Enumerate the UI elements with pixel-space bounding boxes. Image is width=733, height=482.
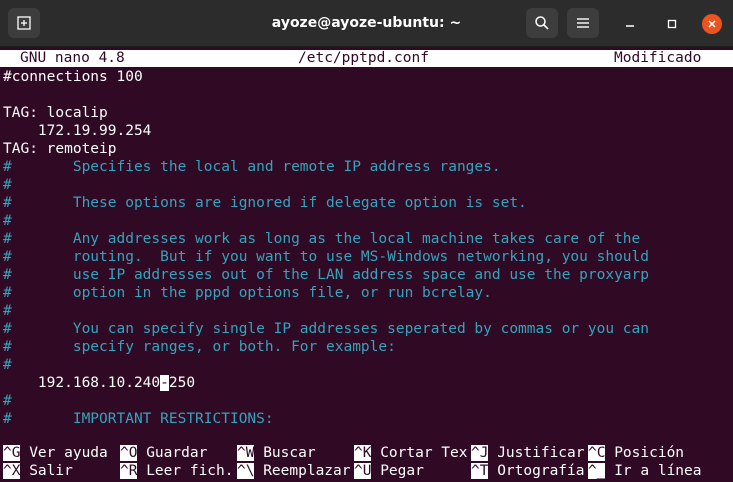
shortcut-position[interactable]: ^C Posición: [588, 444, 684, 462]
search-button[interactable]: [526, 8, 558, 38]
shortcut-help[interactable]: ^G Ver ayuda: [3, 444, 108, 462]
shortcut-label: Buscar: [254, 445, 316, 461]
cursor-line-before: 192.168.10.240: [3, 375, 161, 391]
editor-line[interactable]: # You can specify single IP addresses se…: [3, 320, 649, 338]
shortcut-key: ^K: [354, 445, 372, 461]
minimize-button[interactable]: [620, 14, 640, 34]
shortcut-read-file[interactable]: ^R Leer fich.: [120, 462, 234, 480]
shortcut-save[interactable]: ^O Guardar: [120, 444, 207, 462]
hamburger-icon: [577, 18, 589, 28]
editor-line[interactable]: # These options are ignored if delegate …: [3, 194, 527, 212]
shortcut-label: Ir a línea: [605, 463, 702, 479]
editor-line[interactable]: # option in the pppd options file, or ru…: [3, 284, 492, 302]
shortcut-key: ^W: [237, 445, 255, 461]
editor-line[interactable]: # use IP addresses out of the LAN addres…: [3, 266, 649, 284]
shortcut-bar: ^G Ver ayuda ^O Guardar ^W Buscar ^K Cor…: [0, 444, 733, 482]
shortcut-label: Salir: [20, 463, 73, 479]
shortcut-label: Cortar Tex: [371, 445, 468, 461]
editor-line[interactable]: #: [3, 302, 12, 320]
shortcut-label: Leer fich.: [137, 463, 234, 479]
shortcut-key: ^R: [120, 463, 138, 479]
terminal-area[interactable]: GNU nano 4.8 /etc/pptpd.conf Modificado …: [0, 48, 733, 482]
shortcut-label: Posición: [605, 445, 685, 461]
maximize-button[interactable]: [662, 14, 682, 34]
editor-line[interactable]: #: [3, 356, 12, 374]
shortcut-label: Ver ayuda: [20, 445, 108, 461]
editor-line[interactable]: TAG: localip: [3, 104, 108, 122]
editor-line[interactable]: #: [3, 176, 12, 194]
editor-line[interactable]: # specify ranges, or both. For example:: [3, 338, 396, 356]
shortcut-exit[interactable]: ^X Salir: [3, 462, 73, 480]
shortcut-key: ^G: [3, 445, 21, 461]
editor-line[interactable]: 172.19.99.254: [3, 122, 152, 140]
editor-line[interactable]: #connections 100: [3, 68, 143, 86]
nano-version: GNU nano 4.8: [20, 50, 125, 66]
text-cursor: -: [160, 375, 169, 391]
shortcut-key: ^U: [354, 463, 372, 479]
modified-status: Modificado: [614, 50, 702, 66]
editor-line[interactable]: # Specifies the local and remote IP addr…: [3, 158, 501, 176]
editor-line[interactable]: # IMPORTANT RESTRICTIONS:: [3, 410, 274, 428]
shortcut-goto-line[interactable]: ^_ Ir a línea: [588, 462, 702, 480]
shortcut-label: Ortografía: [488, 463, 585, 479]
shortcut-label: Pegar: [371, 463, 424, 479]
shortcut-key: ^_: [588, 463, 606, 479]
close-button[interactable]: [702, 14, 722, 34]
shortcut-label: Guardar: [137, 445, 208, 461]
shortcut-label: Reemplazar: [254, 463, 351, 479]
editor-line[interactable]: # Any addresses work as long as the loca…: [3, 230, 640, 248]
shortcut-paste[interactable]: ^U Pegar: [354, 462, 424, 480]
close-icon: [708, 20, 716, 28]
file-name: /etc/pptpd.conf: [298, 50, 429, 66]
cursor-line-after: 250: [168, 375, 196, 391]
editor-line[interactable]: # routing. But if you want to use MS-Win…: [3, 248, 649, 266]
search-icon: [535, 16, 549, 30]
minimize-icon: [626, 25, 634, 27]
editor-line[interactable]: TAG: remoteip: [3, 140, 117, 158]
editor-line[interactable]: #: [3, 392, 12, 410]
shortcut-cut[interactable]: ^K Cortar Tex: [354, 444, 468, 462]
maximize-icon: [667, 19, 677, 29]
shortcut-key: ^\: [237, 463, 255, 479]
shortcut-key: ^J: [471, 445, 489, 461]
shortcut-justify[interactable]: ^J Justificar: [471, 444, 585, 462]
nano-header: GNU nano 4.8 /etc/pptpd.conf Modificado: [0, 50, 733, 67]
shortcut-spelling[interactable]: ^T Ortografía: [471, 462, 585, 480]
shortcut-label: Justificar: [488, 445, 585, 461]
shortcut-search[interactable]: ^W Buscar: [237, 444, 316, 462]
cursor-line[interactable]: 192.168.10.240-250: [3, 374, 195, 392]
title-bar: ayoze@ayoze-ubuntu: ~: [0, 0, 733, 47]
editor-line[interactable]: #: [3, 212, 12, 230]
shortcut-key: ^T: [471, 463, 489, 479]
shortcut-key: ^X: [3, 463, 21, 479]
shortcut-replace[interactable]: ^\ Reemplazar: [237, 462, 351, 480]
shortcut-key: ^O: [120, 445, 138, 461]
menu-button[interactable]: [567, 8, 599, 38]
shortcut-key: ^C: [588, 445, 606, 461]
